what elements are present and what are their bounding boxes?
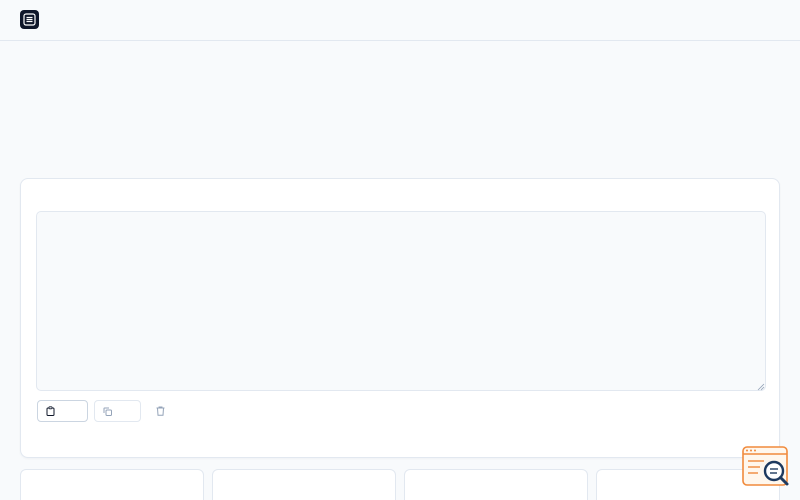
page-subtitle — [20, 124, 720, 140]
document-lines-icon[interactable] — [20, 10, 39, 29]
editor-card — [20, 178, 780, 458]
stat-card-1 — [20, 469, 204, 500]
copy-button[interactable] — [94, 400, 141, 422]
page-title — [20, 79, 660, 117]
resize-handle-icon[interactable] — [757, 383, 765, 391]
trash-icon — [156, 406, 165, 416]
clipboard-icon — [46, 406, 55, 416]
search-doc-icon[interactable] — [742, 446, 790, 488]
page-note — [20, 146, 520, 160]
copy-icon — [103, 407, 112, 416]
stat-card-3 — [404, 469, 588, 500]
clear-button[interactable] — [147, 400, 194, 422]
text-input[interactable] — [36, 211, 766, 391]
stat-card-2 — [212, 469, 396, 500]
paste-button[interactable] — [37, 400, 88, 422]
top-navigation-bar — [0, 0, 800, 41]
